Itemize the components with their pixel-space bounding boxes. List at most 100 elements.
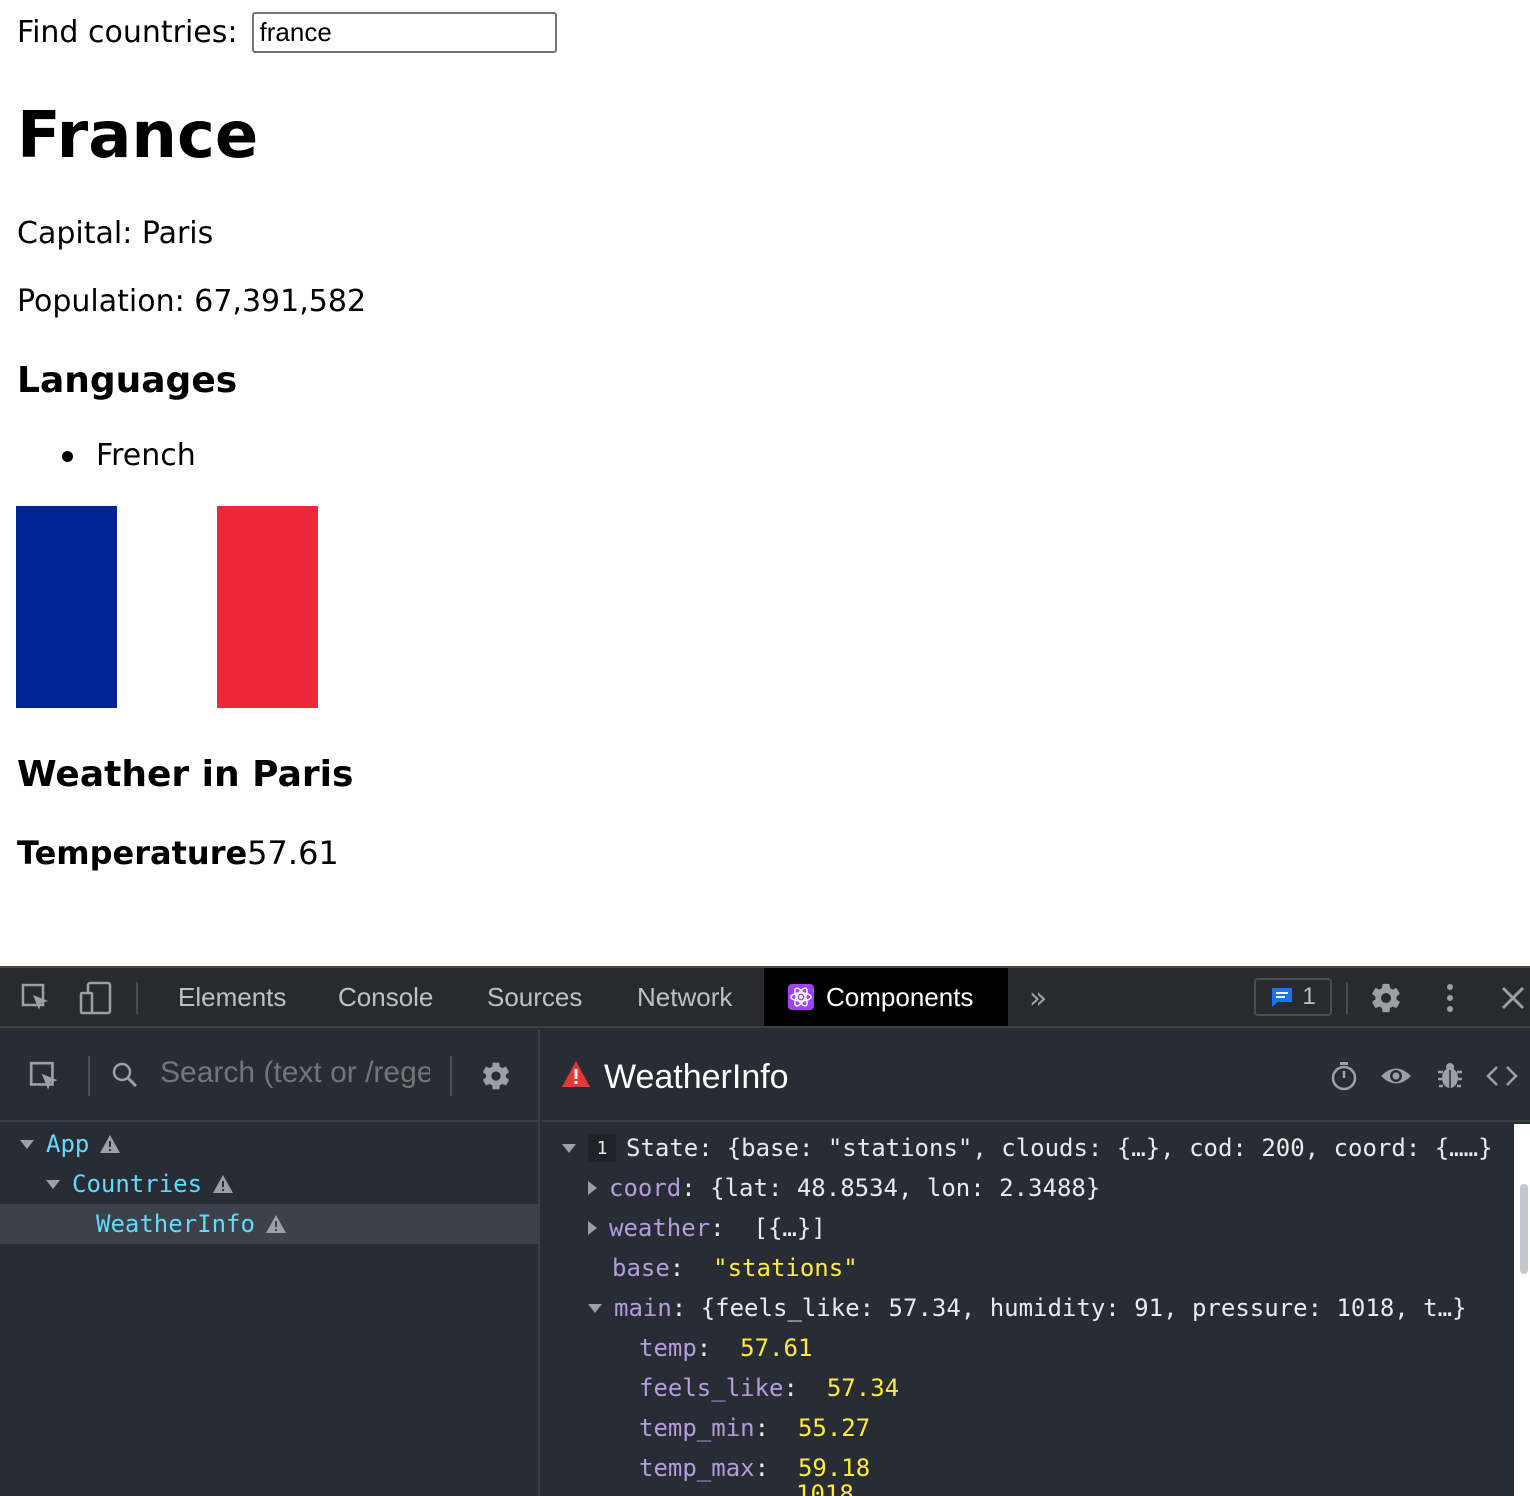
scrollbar-thumb[interactable] xyxy=(1520,1184,1528,1274)
toolbar-divider xyxy=(88,1056,90,1096)
issues-count: 1 xyxy=(1302,983,1316,1010)
search-label: Find countries: xyxy=(17,14,238,50)
state-value: 59.18 xyxy=(797,1454,871,1482)
language-label: French xyxy=(96,438,196,473)
tab-elements[interactable]: Elements xyxy=(152,968,312,1026)
country-name: France xyxy=(17,99,259,173)
language-item: French xyxy=(17,436,196,476)
component-tree-pane: App Countries WeatherInfo xyxy=(0,1030,540,1496)
state-key: temp_min xyxy=(639,1414,755,1442)
state-row-coord[interactable]: coord: {lat: 48.8534, lon: 2.3488} xyxy=(588,1168,1100,1208)
state-summary-value: {base: "stations", clouds: {…}, cod: 200… xyxy=(726,1134,1493,1162)
tree-item-weatherinfo[interactable]: WeatherInfo xyxy=(0,1204,540,1244)
search-icon xyxy=(108,1058,142,1092)
toolbar-divider xyxy=(450,1056,452,1096)
tab-components[interactable]: Components xyxy=(764,968,1008,1026)
caret-down-icon[interactable] xyxy=(588,1303,602,1313)
tree-item-app[interactable]: App xyxy=(0,1124,540,1164)
state-value: {lat: 48.8534, lon: 2.3488} xyxy=(710,1174,1101,1202)
state-row-feels-like[interactable]: feels_like: 57.34 xyxy=(639,1368,899,1408)
caret-down-icon[interactable] xyxy=(562,1143,576,1153)
devtools-panel: Elements Console Sources Network Compone… xyxy=(0,966,1530,1496)
component-search-input[interactable] xyxy=(160,1056,430,1090)
caret-right-icon[interactable] xyxy=(588,1181,597,1195)
tab-components-label: Components xyxy=(826,981,974,1012)
state-row-base[interactable]: base: "stations" xyxy=(612,1248,858,1288)
tab-console[interactable]: Console xyxy=(312,968,459,1026)
caret-down-icon[interactable] xyxy=(46,1179,60,1189)
flag-band-red xyxy=(217,506,318,708)
toolbar-divider xyxy=(136,982,138,1014)
selected-component-name: WeatherInfo xyxy=(604,1058,789,1096)
state-row-temp[interactable]: temp: 57.61 xyxy=(639,1328,812,1368)
temperature-row: Temperature57.61 xyxy=(17,833,339,873)
select-element-icon[interactable] xyxy=(26,1058,64,1096)
caret-down-icon[interactable] xyxy=(20,1139,34,1149)
state-value: [{…}] xyxy=(753,1214,826,1242)
state-key: temp_max xyxy=(639,1454,755,1482)
state-scrollbar[interactable] xyxy=(1514,1124,1530,1496)
bullet-icon xyxy=(62,450,73,462)
population-text: Population: 67,391,582 xyxy=(17,284,367,319)
tab-sources[interactable]: Sources xyxy=(461,968,608,1026)
state-row-temp-min[interactable]: temp_min: 55.27 xyxy=(639,1408,870,1448)
app-page: Find countries: France Capital: Paris Po… xyxy=(0,0,1530,966)
warning-icon xyxy=(265,1214,287,1234)
settings-gear-icon[interactable] xyxy=(478,1058,514,1094)
tree-item-label: Countries xyxy=(72,1170,203,1198)
weather-heading: Weather in Paris xyxy=(17,754,354,795)
state-value: 1018 xyxy=(796,1480,854,1496)
search-row: Find countries: xyxy=(17,12,557,53)
devtools-toolbar: Elements Console Sources Network Compone… xyxy=(0,968,1530,1028)
state-summary-row[interactable]: 1 State: {base: "stations", clouds: {…},… xyxy=(562,1128,1493,1168)
state-value: 55.27 xyxy=(797,1414,871,1442)
state-value: {feels_like: 57.34, humidity: 91, pressu… xyxy=(700,1294,1467,1322)
country-search-input[interactable] xyxy=(251,12,557,53)
component-details-header: WeatherInfo xyxy=(542,1030,1530,1122)
state-summary-label: State: xyxy=(626,1134,713,1162)
issues-button[interactable]: 1 xyxy=(1254,978,1332,1016)
more-options-kebab-icon[interactable] xyxy=(1434,980,1466,1016)
state-value: "stations" xyxy=(713,1254,858,1282)
state-row-pressure-partial: 1018 xyxy=(796,1480,854,1496)
inspect-element-icon[interactable] xyxy=(18,980,54,1016)
view-source-code-icon[interactable] xyxy=(1484,1058,1520,1094)
tab-network[interactable]: Network xyxy=(611,968,758,1026)
warning-icon xyxy=(99,1134,121,1154)
state-key: weather xyxy=(609,1214,711,1242)
tree-item-countries[interactable]: Countries xyxy=(0,1164,540,1204)
state-value: 57.34 xyxy=(826,1374,900,1402)
close-icon[interactable] xyxy=(1496,980,1530,1016)
component-tree: App Countries WeatherInfo xyxy=(0,1124,540,1244)
hook-index-badge: 1 xyxy=(588,1134,616,1162)
languages-list: French xyxy=(17,436,196,476)
bug-icon[interactable] xyxy=(1432,1058,1468,1094)
device-toolbar-icon[interactable] xyxy=(76,980,116,1016)
tree-item-label: App xyxy=(46,1130,90,1158)
tree-item-label: WeatherInfo xyxy=(96,1210,255,1238)
state-row-weather[interactable]: weather: [{…}] xyxy=(588,1208,826,1248)
warning-icon xyxy=(212,1174,234,1194)
languages-heading: Languages xyxy=(17,360,238,401)
country-flag xyxy=(16,506,318,708)
settings-gear-icon[interactable] xyxy=(1368,980,1404,1016)
flag-band-blue xyxy=(16,506,117,708)
error-warning-icon xyxy=(560,1058,592,1090)
state-key: coord xyxy=(609,1174,682,1202)
stopwatch-icon[interactable] xyxy=(1326,1058,1362,1094)
state-key: main xyxy=(614,1294,672,1322)
state-key: feels_like xyxy=(639,1374,784,1402)
toolbar-divider xyxy=(1346,982,1348,1014)
eye-icon[interactable] xyxy=(1378,1058,1414,1094)
capital-text: Capital: Paris xyxy=(17,216,214,251)
temperature-label: Temperature xyxy=(17,834,248,872)
component-details-pane: WeatherInfo 1 State: {base: "stations", … xyxy=(542,1030,1530,1496)
temperature-value: 57.61 xyxy=(247,834,339,872)
react-icon xyxy=(788,984,814,1010)
message-icon xyxy=(1270,986,1294,1008)
state-row-main[interactable]: main: {feels_like: 57.34, humidity: 91, … xyxy=(588,1288,1467,1328)
component-tree-toolbar xyxy=(0,1030,540,1122)
more-tabs-chevron-icon[interactable]: » xyxy=(1022,981,1054,1016)
state-value: 57.61 xyxy=(740,1334,813,1362)
caret-right-icon[interactable] xyxy=(588,1221,597,1235)
